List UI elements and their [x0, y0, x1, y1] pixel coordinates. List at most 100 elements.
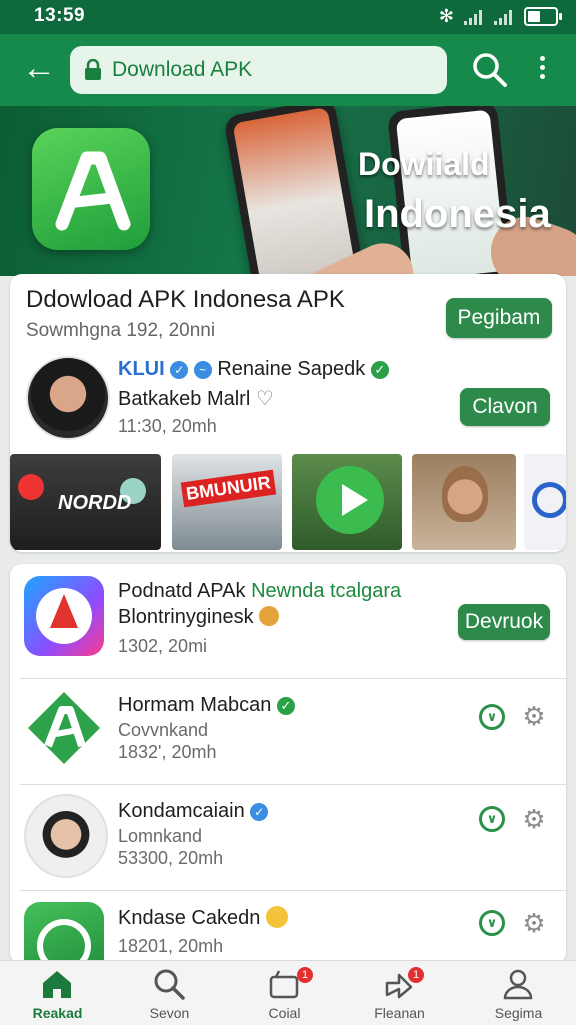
signal-icon — [464, 9, 484, 25]
chat-app-icon[interactable] — [24, 902, 104, 964]
author-name: Renaine Sapedk — [217, 358, 366, 380]
thumbnail[interactable] — [292, 454, 402, 550]
app-title-extra: Newnda tcalgara — [251, 580, 402, 602]
phone-image-left — [223, 106, 365, 276]
verified-icon: ✓ — [370, 361, 389, 379]
app-title: Kondamcaiain — [118, 800, 245, 822]
letter-a-logo-icon — [55, 151, 131, 231]
gear-icon[interactable]: ⚙ — [520, 909, 548, 937]
app-title: Podnatd APAk — [118, 580, 246, 602]
hero-banner[interactable] — [0, 106, 576, 276]
nav-item-profile[interactable]: Segima — [461, 961, 576, 1025]
notification-badge: 1 — [408, 967, 424, 983]
banner-title-line2: Indonesia — [364, 192, 551, 236]
app-title-row: Hormam Mabcan ✓ — [118, 694, 295, 717]
author-subtitle: Batkakeb Malrl — [118, 388, 251, 410]
app-logo — [32, 128, 150, 250]
heart-icon[interactable]: ♡ — [256, 386, 274, 411]
author-avatar[interactable] — [26, 356, 110, 440]
wifi-signal-icon — [494, 9, 514, 25]
nav-label: Coial — [268, 1005, 301, 1021]
app-meta: 18201, 20mh — [118, 936, 224, 956]
app-title-row: Kndase Cakedn — [118, 906, 288, 930]
home-icon — [43, 971, 71, 998]
lock-icon — [85, 59, 101, 80]
app-list-card: Podnatd APAk Newnda tcalgara Blontrinygi… — [10, 564, 566, 964]
featured-card: Ddowload APK Indonesa APK Sowmhgna 192, … — [10, 274, 566, 552]
url-text: Download APK — [112, 58, 253, 81]
app-subtitle: Covvnkand — [118, 720, 209, 740]
app-title-row: Podnatd APAk Newnda tcalgara — [118, 580, 401, 603]
gear-icon[interactable]: ⚙ — [520, 805, 548, 833]
download-button[interactable]: Devruok — [458, 604, 550, 640]
author-badge-text: KLUI — [118, 358, 165, 380]
download-icon[interactable]: ∨ — [479, 806, 505, 832]
banner-title-line1: Dowiiald — [358, 146, 490, 182]
search-icon[interactable] — [470, 50, 510, 90]
thumbnail[interactable]: BMUNUIR — [172, 454, 282, 550]
app-meta: 53300, 20mh — [118, 848, 224, 868]
bottom-nav: Reakad Sevon 1 Coial 1 Fleanan Segima — [0, 960, 576, 1025]
url-bar[interactable]: Download APK — [70, 46, 447, 94]
author-action-button[interactable]: Clavon — [460, 388, 550, 426]
compass-app-icon[interactable] — [24, 576, 104, 656]
featured-title: Ddowload APK Indonesa APK — [26, 286, 345, 313]
featured-subtitle: Sowmhgna 192, 20nni — [26, 320, 216, 341]
thumbnail[interactable] — [524, 454, 566, 550]
app-subtitle: Blontrinyginesk — [118, 606, 254, 628]
emoji-icon — [265, 906, 288, 928]
thumbnail-caption: NORDD — [58, 492, 132, 514]
app-subtitle-row: Blontrinyginesk — [118, 606, 280, 629]
app-title: Kndase Cakedn — [118, 907, 261, 929]
nav-label: Reakad — [32, 1005, 83, 1021]
search-icon — [154, 969, 185, 1000]
apk-app-icon[interactable] — [24, 688, 104, 768]
divider — [20, 890, 566, 891]
nav-label: Segima — [494, 1005, 543, 1021]
app-title-row: Kondamcaiain ✓ — [118, 800, 269, 823]
download-icon[interactable]: ∨ — [479, 704, 505, 730]
status-time: 13:59 — [34, 5, 86, 26]
nav-label: Sevon — [149, 1005, 190, 1021]
thumbnail[interactable]: NORDD — [10, 454, 161, 550]
back-arrow-icon[interactable]: ← — [22, 50, 56, 86]
verified-blue-icon: ✓ — [250, 803, 269, 821]
avatar[interactable] — [24, 794, 108, 878]
link-icon: ~ — [193, 361, 212, 379]
author-subtitle-row: Batkakeb Malrl ♡ — [118, 386, 274, 411]
nav-item-home[interactable]: Reakad — [0, 961, 115, 1025]
play-icon — [316, 466, 384, 534]
nav-item-fleanan[interactable]: 1 Fleanan — [342, 961, 457, 1025]
app-bar: ← Download APK — [0, 34, 576, 106]
coin-icon — [259, 606, 280, 626]
profile-icon — [503, 969, 533, 1000]
nav-item-search[interactable]: Sevon — [112, 961, 227, 1025]
status-bar: 13:59 ✻ — [0, 0, 576, 34]
person-photo — [442, 466, 488, 522]
thumbnail-strip: NORDD BMUNUIR — [10, 454, 566, 550]
more-vert-icon[interactable] — [530, 52, 554, 88]
download-icon[interactable]: ∨ — [479, 910, 505, 936]
status-icons: ✻ — [438, 6, 562, 27]
verified-icon: ✓ — [276, 697, 295, 715]
cart-icon — [269, 970, 299, 999]
app-subtitle: Lomnkand — [118, 826, 203, 846]
gear-icon[interactable]: ⚙ — [520, 702, 548, 730]
bluetooth-icon: ✻ — [438, 6, 454, 26]
character-icon — [18, 474, 44, 500]
verified-blue-icon: ✓ — [170, 361, 189, 379]
divider — [20, 678, 566, 679]
app-meta: 1832', 20mh — [118, 742, 217, 762]
divider — [20, 784, 566, 785]
author-meta: 11:30, 20mh — [118, 416, 217, 436]
featured-action-button[interactable]: Pegibam — [446, 298, 552, 338]
nav-item-coial[interactable]: 1 Coial — [227, 961, 342, 1025]
thumbnail-caption: BMUNUIR — [180, 469, 277, 508]
battery-icon — [524, 7, 562, 26]
author-name-row: KLUI ✓ ~ Renaine Sapedk ✓ — [118, 358, 389, 381]
thumbnail[interactable] — [412, 454, 516, 550]
nav-label: Fleanan — [374, 1005, 425, 1021]
app-meta: 1302, 20mi — [118, 636, 208, 656]
app-logo-icon — [532, 482, 566, 518]
notification-badge: 1 — [297, 967, 313, 983]
